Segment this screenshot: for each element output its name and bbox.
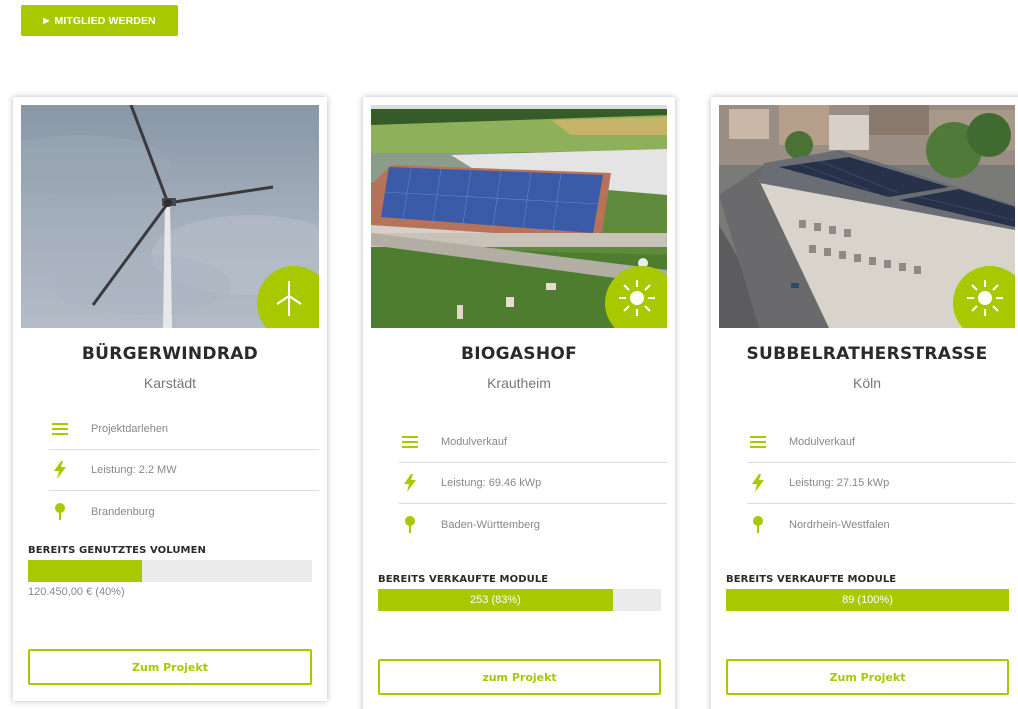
info-row-power: Leistung: 69.46 kWp [399, 463, 667, 504]
location-pin-icon [399, 515, 421, 534]
progress-bar [28, 560, 312, 582]
project-card-koeln: SUBBELRATHERSTRASSE Köln Modulverkauf Le… [711, 97, 1018, 709]
info-text: Leistung: 2.2 MW [91, 464, 177, 476]
info-row-type: Modulverkauf [747, 422, 1015, 463]
wind-turbine-icon [276, 281, 302, 316]
progress-bar: 253 (83%) [378, 589, 661, 611]
info-row-power: Leistung: 2.2 MW [49, 450, 319, 491]
project-title: BÜRGERWINDRAD [81, 344, 259, 364]
info-text: Leistung: 27.15 kWp [789, 477, 890, 489]
project-title: BIOGASHOF [460, 344, 578, 364]
progress-bar-text: 253 (83%) [470, 594, 521, 606]
join-member-label: MITGLIED WERDEN [54, 14, 156, 27]
lightning-icon [399, 474, 421, 492]
join-member-button[interactable]: ▶ MITGLIED WERDEN [21, 5, 178, 36]
project-card-wind: BÜRGERWINDRAD Karstädt Projektdarlehen L… [13, 97, 327, 701]
info-row-power: Leistung: 27.15 kWp [747, 463, 1015, 504]
to-project-button[interactable]: Zum Projekt [28, 649, 312, 685]
project-photo[interactable] [371, 105, 667, 328]
info-text: Nordrhein-Westfalen [789, 518, 890, 531]
list-icon [399, 433, 421, 451]
progress-bar-text [28, 560, 142, 582]
project-title: SUBBELRATHERSTRASSE [746, 344, 988, 364]
info-row-location: Nordrhein-Westfalen [747, 504, 1015, 545]
info-row-location: Brandenburg [49, 491, 319, 532]
location-pin-icon [747, 515, 769, 534]
info-row-type: Projektdarlehen [49, 409, 319, 450]
progress-label: BEREITS GENUTZTES VOLUMEN [28, 545, 206, 556]
project-card-biogas: BIOGASHOF Krautheim Modulverkauf Leistun… [363, 97, 675, 709]
info-row-type: Modulverkauf [399, 422, 667, 463]
sun-icon [967, 280, 1003, 316]
project-info-list: Projektdarlehen Leistung: 2.2 MW Branden… [49, 409, 319, 532]
location-pin-icon [49, 502, 71, 521]
project-city: Krautheim [487, 375, 551, 391]
progress-bar-text: 89 (100%) [842, 594, 893, 606]
info-text: Modulverkauf [441, 436, 508, 448]
list-icon [747, 433, 769, 451]
info-text: Projektdarlehen [91, 423, 169, 435]
info-text: Baden-Württemberg [441, 518, 541, 531]
progress-bar: 89 (100%) [726, 589, 1009, 611]
to-project-button[interactable]: zum Projekt [378, 659, 661, 695]
info-text: Modulverkauf [789, 436, 856, 448]
progress-label: BEREITS VERKAUFTE MODULE [378, 574, 549, 585]
project-city: Köln [852, 375, 882, 391]
project-photo[interactable] [719, 105, 1015, 328]
play-triangle-icon: ▶ [43, 16, 50, 25]
list-icon [49, 420, 71, 438]
progress-caption: 120.450,00 € (40%) [28, 586, 125, 598]
project-city: Karstädt [143, 375, 197, 391]
progress-label: BEREITS VERKAUFTE MODULE [726, 574, 897, 585]
lightning-icon [747, 474, 769, 492]
project-info-list: Modulverkauf Leistung: 69.46 kWp Baden-W… [399, 422, 667, 545]
to-project-button[interactable]: Zum Projekt [726, 659, 1009, 695]
lightning-icon [49, 461, 71, 479]
project-info-list: Modulverkauf Leistung: 27.15 kWp Nordrhe… [747, 422, 1015, 545]
info-text: Leistung: 69.46 kWp [441, 477, 542, 489]
info-row-location: Baden-Württemberg [399, 504, 667, 545]
info-text: Brandenburg [91, 505, 155, 518]
sun-icon [619, 280, 655, 316]
project-photo[interactable] [21, 105, 319, 328]
